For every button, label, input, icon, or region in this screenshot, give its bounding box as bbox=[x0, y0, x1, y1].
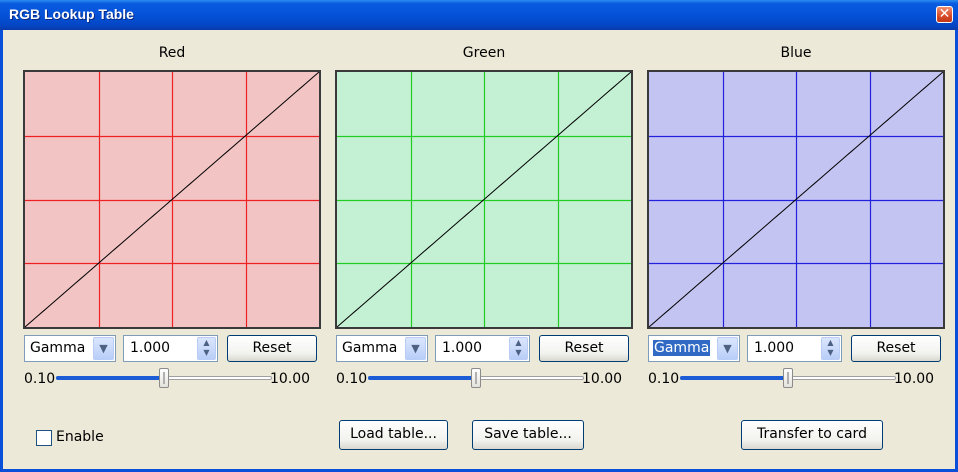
green-mode-select[interactable]: Gamma ▼ bbox=[336, 335, 428, 362]
blue-mode-value: Gamma bbox=[653, 340, 711, 356]
save-table-button[interactable]: Save table... bbox=[472, 420, 584, 450]
title-bar[interactable]: RGB Lookup Table ✕ bbox=[0, 0, 958, 30]
red-mode-value: Gamma bbox=[30, 340, 86, 356]
green-reset-button[interactable]: Reset bbox=[539, 335, 629, 362]
close-icon[interactable]: ✕ bbox=[936, 6, 953, 23]
blue-slider-max-label: 10.00 bbox=[894, 371, 935, 387]
red-gamma-spinbox[interactable]: 1.000 ▲ ▼ bbox=[123, 335, 218, 362]
red-gamma-value: 1.000 bbox=[130, 340, 171, 356]
blue-curve-svg[interactable] bbox=[649, 72, 943, 327]
red-mode-select[interactable]: Gamma ▼ bbox=[24, 335, 116, 362]
green-gamma-value: 1.000 bbox=[442, 340, 483, 356]
chevron-down-icon[interactable]: ▼ bbox=[93, 337, 114, 360]
red-curve-svg[interactable] bbox=[25, 72, 319, 327]
chevron-down-icon[interactable]: ▼ bbox=[405, 337, 426, 360]
spinner-arrows-icon[interactable]: ▲ ▼ bbox=[197, 337, 216, 360]
load-table-button[interactable]: Load table... bbox=[339, 420, 448, 450]
green-gamma-slider-thumb[interactable] bbox=[471, 368, 481, 388]
red-gamma-slider-fill bbox=[56, 376, 164, 380]
rgb-lookup-table-window: RGB Lookup Table ✕ Red Gamma ▼ 1.000 ▲ ▼ … bbox=[0, 0, 958, 472]
red-slider-min-label: 0.10 bbox=[24, 371, 56, 387]
red-gamma-slider-thumb[interactable] bbox=[159, 368, 169, 388]
red-curve-graph[interactable] bbox=[23, 70, 321, 329]
transfer-to-card-button[interactable]: Transfer to card bbox=[741, 420, 883, 450]
green-gamma-slider-fill bbox=[368, 376, 476, 380]
enable-label[interactable]: Enable bbox=[56, 429, 104, 445]
spinner-arrows-icon[interactable]: ▲ ▼ bbox=[509, 337, 528, 360]
blue-gamma-slider-thumb[interactable] bbox=[783, 368, 793, 388]
blue-gamma-slider-fill bbox=[680, 376, 788, 380]
red-panel-title: Red bbox=[158, 45, 186, 61]
green-mode-value: Gamma bbox=[342, 340, 398, 356]
window-title: RGB Lookup Table bbox=[9, 6, 134, 22]
green-gamma-spinbox[interactable]: 1.000 ▲ ▼ bbox=[435, 335, 530, 362]
blue-reset-button[interactable]: Reset bbox=[851, 335, 941, 362]
enable-checkbox[interactable] bbox=[36, 430, 52, 446]
blue-slider-min-label: 0.10 bbox=[648, 371, 680, 387]
blue-mode-select[interactable]: Gamma ▼ bbox=[648, 335, 740, 362]
blue-gamma-spinbox[interactable]: 1.000 ▲ ▼ bbox=[747, 335, 842, 362]
green-panel-title: Green bbox=[462, 45, 506, 61]
chevron-down-icon[interactable]: ▼ bbox=[717, 337, 738, 360]
green-curve-graph[interactable] bbox=[335, 70, 633, 329]
green-slider-min-label: 0.10 bbox=[336, 371, 368, 387]
blue-panel-title: Blue bbox=[780, 45, 812, 61]
red-reset-button[interactable]: Reset bbox=[227, 335, 317, 362]
green-slider-max-label: 10.00 bbox=[582, 371, 623, 387]
blue-gamma-value: 1.000 bbox=[754, 340, 795, 356]
blue-curve-graph[interactable] bbox=[647, 70, 945, 329]
spinner-arrows-icon[interactable]: ▲ ▼ bbox=[821, 337, 840, 360]
green-curve-svg[interactable] bbox=[337, 72, 631, 327]
red-slider-max-label: 10.00 bbox=[270, 371, 311, 387]
